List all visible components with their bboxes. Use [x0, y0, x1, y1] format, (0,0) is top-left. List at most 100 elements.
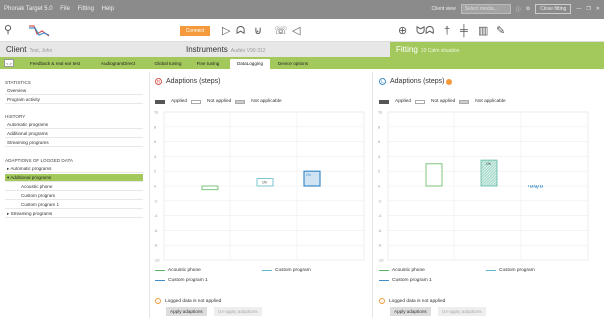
legend-label: Acoustic phone: [168, 268, 201, 273]
connect-button[interactable]: Connect: [180, 26, 210, 36]
y-tick-label: -4: [154, 214, 157, 218]
y-tick-label: 6: [378, 140, 380, 144]
restore-icon[interactable]: ❐: [586, 6, 590, 12]
sidebar-item-history-streaming[interactable]: Streaming programs: [5, 139, 143, 147]
legend-line: [155, 280, 165, 281]
ears-icon[interactable]: ᗢᗣ: [416, 26, 434, 37]
y-tick-label: -2: [378, 199, 381, 203]
wrench-icon[interactable]: ✎: [496, 26, 505, 37]
y-tick-label: 0: [154, 185, 156, 189]
client-label: Client: [6, 45, 27, 54]
minimize-icon[interactable]: —: [576, 6, 581, 12]
y-tick-label: -10: [154, 259, 160, 263]
tab-bar: < > Feedback & real ear test AudiogramDi…: [0, 57, 604, 69]
close-icon[interactable]: ✕: [596, 6, 600, 12]
legend-acoustic-phone: Acoustic phone: [379, 268, 425, 273]
left-unapply-button[interactable]: Un-apply adaptions: [438, 307, 486, 316]
left-logged-note: ! Logged data is not applied: [379, 298, 445, 304]
ear-icon[interactable]: ᗣ: [236, 26, 245, 37]
tool-icon[interactable]: †: [444, 26, 450, 37]
tab-audiogramdirect[interactable]: AudiogramDirect: [90, 59, 146, 69]
y-tick-label: 4: [154, 155, 156, 159]
title-bar: Phonak Target 5.0 File Fitting Help Clie…: [0, 0, 604, 19]
legend-label: Custom program 1: [168, 278, 208, 283]
legend-custom-program: Custom program: [262, 268, 311, 273]
instruments-info: Instruments Audéo V90-312: [186, 45, 266, 54]
legend-line: [262, 270, 272, 271]
sidebar-item-label: Automatic programs: [10, 166, 52, 171]
history-heading: HISTORY: [5, 114, 26, 119]
client-icon[interactable]: ⚲: [4, 25, 12, 36]
legend-line: [486, 270, 496, 271]
tab-global-tuning[interactable]: Global tuning: [148, 59, 188, 69]
tab-feedback[interactable]: Feedback & real ear test: [20, 59, 90, 69]
divider: [372, 72, 373, 318]
y-tick-label: 8: [378, 125, 380, 129]
audiogram-icon[interactable]: [28, 24, 50, 37]
sidebar-item-adapt-streaming[interactable]: ▸ Streaming programs: [5, 210, 143, 218]
legend-custom-program: Custom program: [486, 268, 535, 273]
tab-device-options[interactable]: Device options: [272, 59, 314, 69]
sidebar-item-history-automatic[interactable]: Automatic programs: [5, 121, 143, 129]
legend-line: [379, 280, 389, 281]
tab-datalogging[interactable]: DataLogging: [230, 59, 270, 69]
instruments-label: Instruments: [186, 45, 228, 54]
target-icon[interactable]: ⊕: [398, 26, 407, 37]
sidebar-item-custom-program-1[interactable]: Custom program 1: [5, 201, 143, 209]
sidebar-item-adapt-additional[interactable]: ▾ Additional programs: [5, 174, 143, 182]
sidebar-item-label: Streaming programs: [10, 211, 53, 216]
bar-data-label: 1%: [306, 173, 311, 177]
legend-label: Custom program: [499, 268, 535, 273]
menu-file[interactable]: File: [60, 6, 70, 12]
legend-label: Custom program 1: [392, 278, 432, 283]
bar-acoustic-phone: [201, 185, 219, 191]
sidebar-item-custom-program[interactable]: Custom program: [5, 192, 143, 200]
sidebar-item-history-additional[interactable]: Additional programs: [5, 130, 143, 138]
menu-help[interactable]: Help: [102, 6, 114, 12]
sidebar-item-overview[interactable]: Overview: [5, 87, 143, 95]
right-apply-button[interactable]: Apply adaptions: [166, 307, 207, 316]
sidebar-item-acoustic-phone[interactable]: Acoustic phone: [5, 183, 143, 191]
y-tick-label: -10: [378, 259, 384, 263]
legend-label: Acoustic phone: [392, 268, 425, 273]
sidebar-item-program-activity[interactable]: Program activity: [5, 96, 143, 104]
fitting-label: Fitting: [396, 45, 418, 54]
statistics-heading: STATISTICS: [5, 80, 31, 85]
info-icon[interactable]: ⓘ: [516, 6, 521, 13]
datalogging-icon[interactable]: ▥: [478, 26, 488, 37]
y-tick-label: -8: [154, 244, 157, 248]
media-select[interactable]: Select media...: [460, 4, 511, 14]
menu-fitting[interactable]: Fitting: [78, 6, 94, 12]
speaker-icon[interactable]: ◁: [292, 26, 300, 37]
client-name: Test, John: [29, 48, 53, 54]
right-unapply-button[interactable]: Un-apply adaptions: [214, 307, 262, 316]
y-tick-label: -8: [378, 244, 381, 248]
hearing-aid-icon[interactable]: ⊌: [254, 26, 262, 37]
y-tick-label: -4: [378, 214, 381, 218]
phone-icon[interactable]: ☏: [274, 26, 288, 37]
y-tick-label: 0: [378, 185, 380, 189]
y-tick-label: -6: [154, 229, 157, 233]
app-title: Phonak Target 5.0: [4, 6, 53, 12]
y-tick-label: 2: [378, 170, 380, 174]
y-tick-label: 4: [378, 155, 380, 159]
legend-line: [379, 270, 389, 271]
nav-arrows[interactable]: < >: [4, 59, 14, 67]
left-ear-panel: L Adaptions (steps) Applied Not applied …: [374, 72, 594, 318]
sidebar-item-adapt-automatic[interactable]: ▸ Automatic programs: [5, 165, 143, 173]
tuning-icon[interactable]: ╪: [460, 26, 468, 37]
close-fitting-button[interactable]: Close fitting: [535, 4, 572, 14]
right-ear-panel: R Adaptions (steps) Applied Not applied …: [150, 72, 370, 318]
play-icon[interactable]: ▷: [222, 26, 230, 37]
left-apply-button[interactable]: Apply adaptions: [390, 307, 431, 316]
client-view-toggle[interactable]: Client view: [432, 6, 456, 12]
settings-icon[interactable]: ⚙: [526, 6, 530, 12]
legend-acoustic-phone: Acoustic phone: [155, 268, 201, 273]
y-tick-label: 8: [154, 125, 156, 129]
tab-fine-tuning[interactable]: Fine tuning: [190, 59, 226, 69]
bar-data-label: 1%: [262, 181, 267, 185]
legend-custom-program-1: Custom program 1: [379, 278, 432, 283]
fitting-value: 10 Calm situation: [420, 48, 460, 54]
logged-note-text: Logged data is not applied: [165, 298, 222, 304]
y-tick-label: -2: [154, 199, 157, 203]
